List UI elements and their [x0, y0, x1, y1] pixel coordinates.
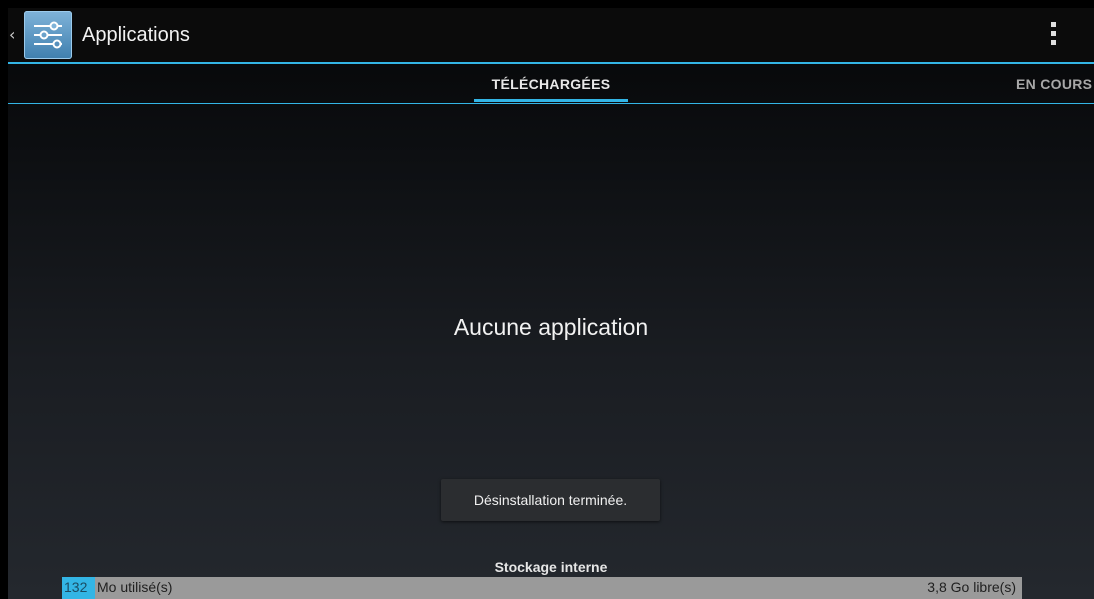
up-navigation-caret-icon[interactable]: ‹	[9, 25, 15, 45]
settings-sliders-icon[interactable]	[24, 11, 72, 59]
overflow-menu-icon[interactable]	[1046, 20, 1062, 50]
screen: ‹ Applications TÉLÉCHARGÉES EN COURS Auc…	[8, 8, 1094, 599]
storage-used-unit: Mo utilisé(s)	[97, 579, 173, 595]
storage-label: Stockage interne	[494, 559, 608, 575]
toast-notification: Désinstallation terminée.	[441, 479, 660, 521]
tab-bar: TÉLÉCHARGÉES EN COURS	[8, 64, 1094, 104]
storage-free-value: 3,8 Go libre(s)	[927, 579, 1016, 595]
action-bar: ‹ Applications	[8, 8, 1094, 64]
storage-usage-bar: 132 Mo utilisé(s) 3,8 Go libre(s)	[62, 577, 1022, 599]
page-title: Applications	[82, 24, 190, 46]
empty-list-message: Aucune application	[453, 314, 649, 340]
tab-active-indicator	[474, 99, 628, 102]
tab-downloaded[interactable]: TÉLÉCHARGÉES	[474, 76, 628, 92]
storage-used-value: 132	[64, 579, 88, 595]
tab-running[interactable]: EN COURS	[1016, 76, 1092, 92]
